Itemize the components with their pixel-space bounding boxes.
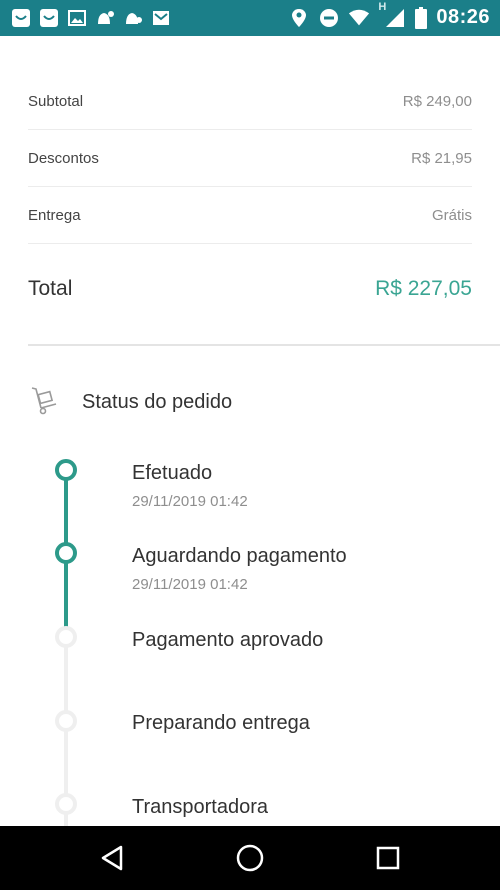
do-not-disturb-icon [318, 7, 340, 29]
step-title: Aguardando pagamento [132, 545, 347, 567]
timeline-step: Efetuado 29/11/2019 01:42 [132, 462, 248, 510]
section-divider [28, 344, 500, 346]
order-status-header: Status do pedido [28, 384, 232, 421]
timeline-line-done [64, 470, 68, 552]
hand-truck-icon [28, 384, 60, 421]
subtotal-row: Subtotal R$ 249,00 [28, 73, 472, 130]
order-status-title: Status do pedido [82, 391, 233, 413]
battery-icon [414, 6, 428, 29]
step-date: 29/11/2019 01:42 [132, 493, 248, 510]
timeline-step: Aguardando pagamento 29/11/2019 01:42 [132, 545, 347, 593]
location-icon [288, 7, 310, 29]
timeline-dot-pending [55, 710, 77, 732]
total-row: Total R$ 227,05 [28, 260, 472, 317]
delivery-label: Entrega [28, 206, 81, 224]
timeline-dot-done [55, 459, 77, 481]
step-title: Preparando entrega [132, 712, 310, 734]
timeline-step: Pagamento aprovado [132, 629, 323, 652]
subtotal-value: R$ 249,00 [402, 92, 472, 110]
step-title: Efetuado [132, 462, 213, 484]
subtotal-label: Subtotal [28, 92, 84, 110]
recents-icon[interactable] [372, 842, 404, 874]
total-label: Total [28, 276, 73, 300]
timeline-step: Transportadora [132, 796, 268, 819]
discount-row: Descontos R$ 21,95 [28, 130, 472, 187]
step-date: 29/11/2019 01:42 [132, 576, 248, 593]
signal-icon: H [378, 1, 406, 29]
status-bar: H 08:26 [0, 0, 500, 36]
step-title: Pagamento aprovado [132, 629, 324, 651]
smile-icon [10, 7, 32, 29]
discount-label: Descontos [28, 149, 99, 167]
timeline-line-done [64, 552, 68, 636]
delivery-value: Grátis [431, 206, 472, 224]
notification-icon [122, 7, 144, 29]
wifi-icon [348, 7, 370, 29]
mail-icon [150, 7, 172, 29]
home-icon[interactable] [234, 842, 266, 874]
delivery-row: Entrega Grátis [28, 187, 472, 244]
smile-icon [38, 7, 60, 29]
timeline-dot-pending [55, 793, 77, 815]
network-type-label: H [378, 0, 387, 13]
timeline-dot-pending [55, 626, 77, 648]
back-icon[interactable] [96, 842, 128, 874]
notification-icons [10, 7, 172, 29]
image-icon [66, 7, 88, 29]
timeline-step: Preparando entrega [132, 712, 310, 735]
timeline-dot-done [55, 542, 77, 564]
step-title: Transportadora [132, 796, 268, 818]
system-navigation-bar [0, 826, 500, 890]
clock: 08:26 [436, 6, 490, 28]
total-value: R$ 227,05 [375, 276, 472, 300]
discount-value: R$ 21,95 [411, 149, 472, 167]
notification-icon [94, 7, 116, 29]
system-icons: H 08:26 [288, 1, 490, 29]
